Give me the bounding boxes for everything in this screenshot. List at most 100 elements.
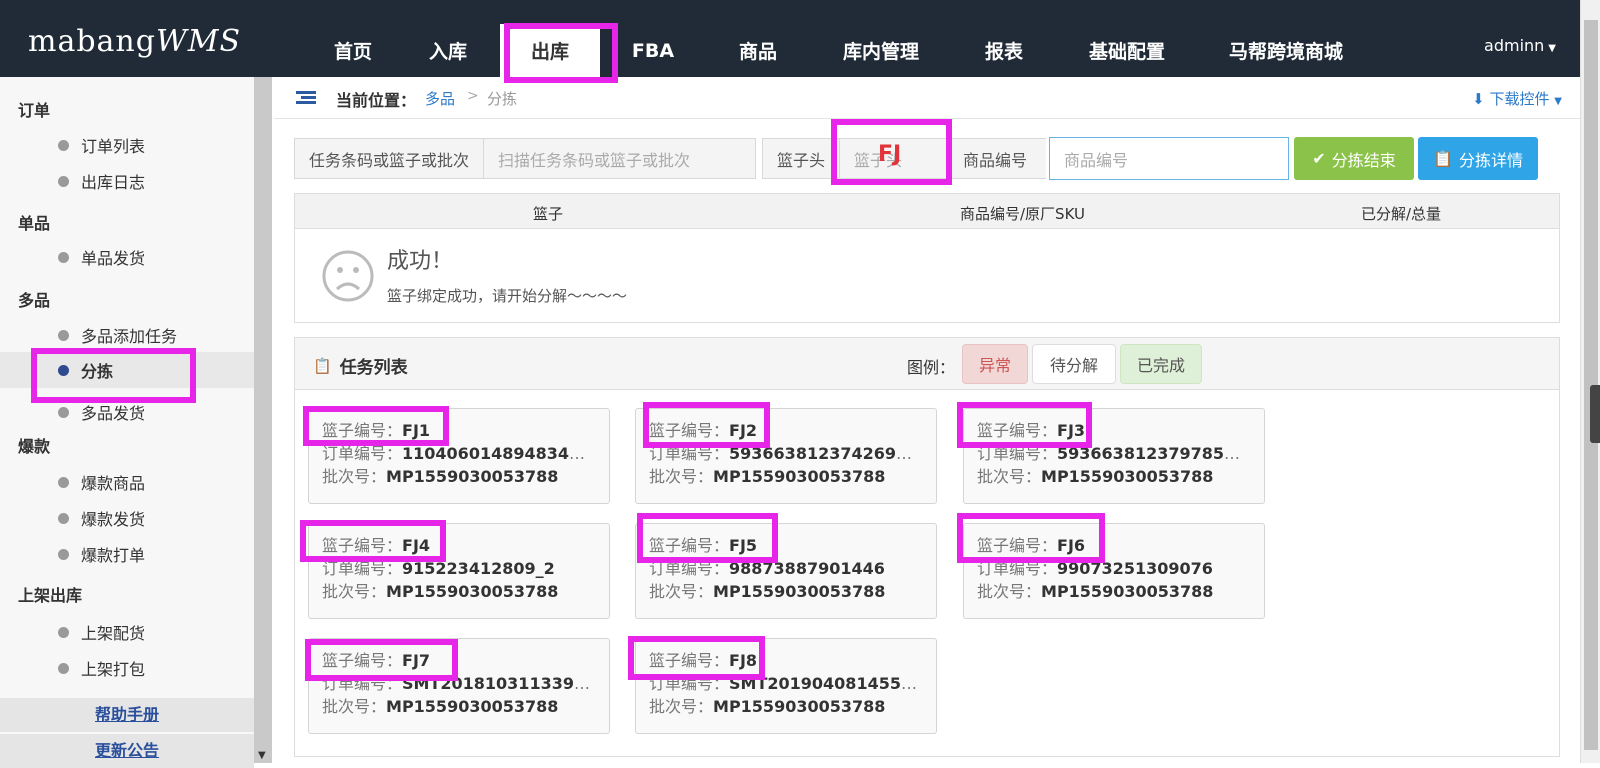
- task-list-header: 📋 任务列表 图例： 异常 待分解 已完成: [295, 338, 1559, 390]
- table-header: 篮子 商品编号/原厂SKU 已分解/总量: [295, 194, 1559, 229]
- task-card[interactable]: 篮子编号：FJ3 订单编号：5936638123797850791... 批次号：M…: [963, 408, 1265, 504]
- clipboard-icon: 📋: [313, 356, 332, 375]
- sidebar-group-shelf: 上架出库: [18, 586, 83, 605]
- sidebar-item-label: 订单列表: [81, 137, 146, 156]
- sidebar-item-shelf-pack[interactable]: 上架打包: [0, 650, 254, 686]
- sidebar-item-shelf-pick[interactable]: 上架配货: [0, 614, 254, 650]
- basket-input-value: FJ: [878, 142, 902, 167]
- col-progress: 已分解/总量: [1361, 205, 1442, 223]
- nav-warehouse[interactable]: 库内管理: [810, 24, 952, 77]
- sidebar-item-label: 爆款发货: [81, 510, 146, 529]
- batch-number: 批次号：MP1559030053788: [977, 582, 1214, 601]
- sidebar-item-label: 爆款商品: [81, 474, 146, 493]
- sidebar-item-label: 上架配货: [81, 624, 146, 643]
- breadcrumb-label: 当前位置：: [336, 91, 417, 110]
- batch-number: 批次号：MP1559030053788: [649, 582, 886, 601]
- nav-fba[interactable]: FBA: [600, 24, 706, 77]
- help-manual-link[interactable]: 帮助手册: [95, 705, 159, 724]
- breadcrumb-link-multi[interactable]: 多品: [425, 88, 455, 109]
- user-menu[interactable]: adminn ▼: [1484, 36, 1556, 55]
- sidebar-item-single-ship[interactable]: 单品发货: [0, 239, 254, 275]
- nav-config[interactable]: 基础配置: [1056, 24, 1198, 77]
- sidebar-item-hot-ship[interactable]: 爆款发货: [0, 500, 254, 536]
- basket-number: 篮子编号：FJ8: [649, 651, 758, 670]
- finish-sorting-button[interactable]: ✔ 分拣结束: [1294, 137, 1414, 180]
- basket-number: 篮子编号：FJ1: [322, 421, 431, 440]
- update-notice-link[interactable]: 更新公告: [95, 741, 159, 760]
- nav-goods[interactable]: 商品: [706, 24, 810, 77]
- basket-number: 篮子编号：FJ6: [977, 536, 1086, 555]
- sidebar-item-label: 多品添加任务: [81, 327, 178, 346]
- menu-toggle-icon[interactable]: [296, 91, 316, 105]
- scroll-down-icon[interactable]: ▼: [258, 750, 266, 761]
- batch-number: 批次号：MP1559030053788: [649, 697, 886, 716]
- download-icon: ⬇: [1472, 90, 1485, 108]
- bullet-icon: [58, 139, 69, 151]
- batch-number: 批次号：MP1559030053788: [322, 582, 559, 601]
- order-number: 订单编号：SMT20181031133949_12: [322, 674, 596, 693]
- sidebar-item-label: 分拣: [81, 362, 114, 381]
- basket-label: 篮子头: [777, 150, 826, 170]
- sidebar-group-multi: 多品: [18, 291, 51, 310]
- goods-number-input[interactable]: 商品编号: [1049, 137, 1289, 180]
- task-card[interactable]: 篮子编号：FJ7 订单编号：SMT20181031133949_12 批次号：MP1…: [308, 638, 610, 734]
- sidebar-item-label: 出库日志: [81, 173, 146, 192]
- sidebar-item-multi-ship[interactable]: 多品发货: [0, 394, 254, 430]
- bullet-icon: [58, 512, 69, 524]
- sidebar-item-label: 单品发货: [81, 249, 146, 268]
- sidebar-item-multi-add-task[interactable]: 多品添加任务: [0, 317, 254, 353]
- basket-number: 篮子编号：FJ2: [649, 421, 758, 440]
- sidebar-item-outbound-log[interactable]: 出库日志: [0, 163, 254, 199]
- nav-outbound[interactable]: 出库: [500, 24, 600, 77]
- bullet-icon: [58, 626, 69, 638]
- sidebar-item-sorting[interactable]: 分拣: [0, 352, 254, 388]
- task-card[interactable]: 篮子编号：FJ5 订单编号：98873887901446 批次号：MP1559030…: [635, 523, 937, 619]
- sorting-table: 篮子 商品编号/原厂SKU 已分解/总量 成功！ 篮子绑定成功，请开始分解～～～…: [294, 193, 1560, 323]
- task-list-title-text: 任务列表: [339, 358, 408, 378]
- side-handle[interactable]: [1590, 385, 1600, 443]
- bullet-icon: [58, 406, 69, 418]
- order-number: 订单编号：99073251309076: [977, 559, 1213, 578]
- download-plugin-menu[interactable]: ⬇ 下载控件 ▼: [1472, 88, 1562, 109]
- nav-home[interactable]: 首页: [310, 24, 396, 77]
- basket-number: 篮子编号：FJ7: [322, 651, 431, 670]
- basket-number: 篮子编号：FJ5: [649, 536, 758, 555]
- sidebar-item-label: 爆款打单: [81, 546, 146, 565]
- nav-inbound[interactable]: 入库: [396, 24, 500, 77]
- download-label: 下载控件: [1489, 90, 1550, 108]
- bullet-icon: [58, 329, 69, 341]
- help-row: 帮助手册: [0, 698, 254, 732]
- sidebar-group-hot: 爆款: [18, 437, 51, 456]
- page-scrollbar[interactable]: [1580, 0, 1600, 763]
- task-card[interactable]: 篮子编号：FJ2 订单编号：5936638123742695414... 批次号：M…: [635, 408, 937, 504]
- sidebar-item-order-list[interactable]: 订单列表: [0, 127, 254, 163]
- sidebar-scrollbar[interactable]: ▼: [254, 77, 272, 763]
- sorting-detail-button[interactable]: 📋 分拣详情: [1418, 137, 1538, 180]
- batch-number: 批次号：MP1559030053788: [977, 467, 1214, 486]
- task-card[interactable]: 篮子编号：FJ8 订单编号：SMT20190408145513 批次号：MP1559…: [635, 638, 937, 734]
- order-number: 订单编号：5936638123797850791...: [977, 444, 1251, 463]
- sidebar-item-label: 上架打包: [81, 660, 146, 679]
- sorting-detail-label: 分拣详情: [1458, 150, 1523, 170]
- top-navbar: mabangWMS 首页 入库 出库 FBA 商品 库内管理 报表 基础配置 马…: [0, 0, 1600, 77]
- message-text: 篮子绑定成功，请开始分解～～～～: [387, 287, 628, 305]
- sidebar-item-hot-goods[interactable]: 爆款商品: [0, 464, 254, 500]
- bullet-icon: [58, 548, 69, 560]
- order-number: 订单编号：SMT20190408145513: [649, 674, 923, 693]
- task-card[interactable]: 篮子编号：FJ1 订单编号：11040601489483434_1 批次号：MP15…: [308, 408, 610, 504]
- clipboard-icon: 📋: [1433, 149, 1453, 168]
- nav-reports[interactable]: 报表: [952, 24, 1056, 77]
- breadcrumb-separator: >: [467, 88, 479, 104]
- batch-number: 批次号：MP1559030053788: [322, 467, 559, 486]
- nav-mall[interactable]: 马帮跨境商城: [1198, 24, 1374, 77]
- logo[interactable]: mabangWMS: [28, 24, 241, 59]
- caret-down-icon: ▼: [1554, 96, 1562, 107]
- task-list-title: 📋 任务列表: [313, 353, 408, 379]
- task-card[interactable]: 篮子编号：FJ6 订单编号：99073251309076 批次号：MP1559030…: [963, 523, 1265, 619]
- breadcrumb-current: 分拣: [487, 90, 518, 108]
- legend-error: 异常: [962, 344, 1028, 384]
- task-card[interactable]: 篮子编号：FJ4 订单编号：915223412809_2 批次号：MP1559030…: [308, 523, 610, 619]
- sidebar-item-label: 多品发货: [81, 404, 146, 423]
- task-search-input[interactable]: 扫描任务条码或篮子或批次: [483, 139, 755, 178]
- sidebar-item-hot-print[interactable]: 爆款打单: [0, 536, 254, 572]
